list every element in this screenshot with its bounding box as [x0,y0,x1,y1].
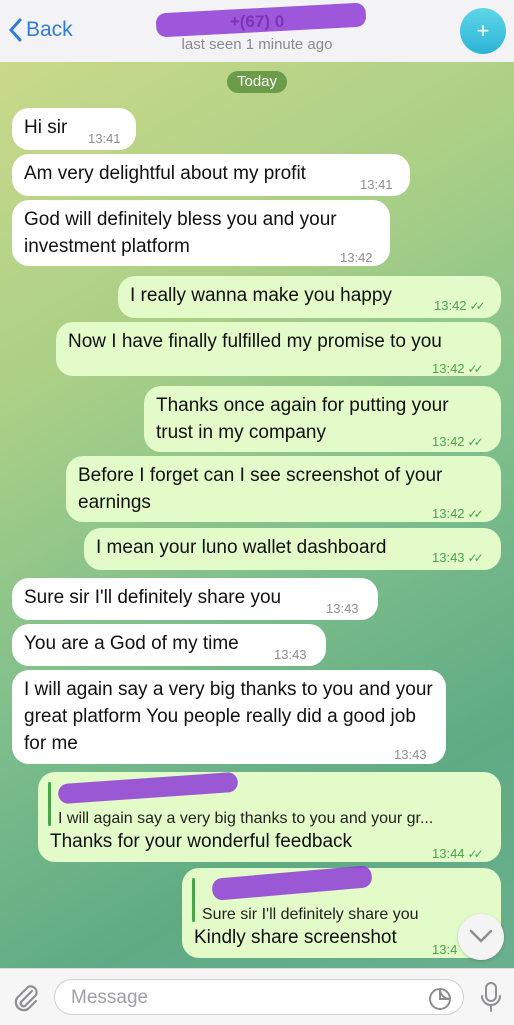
redaction-mark [57,771,239,805]
double-check-icon: ✓✓ [467,551,484,565]
redaction-mark [211,865,373,901]
scroll-down-button[interactable] [458,914,504,960]
message-time: 13:42 ✓✓ [432,355,484,383]
message-text: Am very delightful about my profit [24,163,306,184]
message-field[interactable] [54,979,464,1015]
double-check-icon: ✓✓ [467,507,484,521]
date-chip: Today [227,71,287,93]
microphone-icon [481,982,501,1012]
message-time: 13:43 [274,647,307,662]
double-check-icon: ✓✓ [467,362,484,376]
last-seen-status: last seen 1 minute ago [181,36,333,53]
message-text: You are a God of my time [24,633,239,654]
message-bubble[interactable]: Sure sir I'll definitely share you Kindl… [182,865,501,958]
message-time: 13:41 [88,131,121,146]
double-check-icon: ✓✓ [469,299,486,313]
message-input-bar [0,968,514,1025]
chat-header: Back +(67) 0 last seen 1 minute ago + [0,0,514,63]
message-time: 13:42 ✓✓ [432,500,484,528]
message-time: 13:42 [340,250,373,265]
message-time: 13:43 ✓✓ [432,544,484,572]
message-bubble[interactable]: Before I forget can I see screenshot of … [66,456,501,522]
message-bubble[interactable]: God will definitely bless you and your i… [12,200,390,266]
message-bubble[interactable]: Sure sir I'll definitely share you 13:43 [12,578,378,620]
time-label: 13:43 [432,550,465,565]
double-check-icon: ✓✓ [467,435,484,449]
message-time: 13:4 [432,942,458,957]
time-label: 13:42 [432,506,465,521]
message-text: Now I have finally fulfilled my promise … [68,331,442,352]
message-text: Sure sir I'll definitely share you [24,587,282,608]
message-text: I mean your luno wallet dashboard [96,537,387,558]
message-time: 13:44 ✓✓ [432,840,484,868]
time-label: 13:42 [434,298,467,313]
sticker-icon[interactable] [427,986,453,1012]
message-bubble[interactable]: I mean your luno wallet dashboard 13:43 ✓… [84,528,501,570]
message-time: 13:43 [394,747,427,762]
reply-quote-bar [48,782,51,826]
avatar[interactable]: + [460,8,506,54]
message-time: 13:42 ✓✓ [432,428,484,456]
microphone-button[interactable] [480,981,502,1018]
message-bubble[interactable]: Hi sir 13:41 [12,108,136,150]
message-bubble[interactable]: You are a God of my time 13:43 [12,624,326,666]
message-time: 13:43 [326,601,359,616]
message-bubble[interactable]: Now I have finally fulfilled my promise … [56,322,501,376]
double-check-icon: ✓✓ [467,847,484,861]
message-text: Thanks for your wonderful feedback [50,831,353,852]
message-bubble[interactable]: I really wanna make you happy 13:42 ✓✓ [118,276,501,318]
time-label: 13:44 [432,846,465,861]
time-label: 13:42 [432,361,465,376]
message-bubble[interactable]: I will again say a very big thanks to yo… [12,670,446,764]
message-time: 13:41 [360,177,393,192]
message-time: 13:42 ✓✓ [434,292,486,320]
time-label: 13:42 [432,434,465,449]
message-bubble[interactable]: Thanks once again for putting your trust… [144,386,501,452]
redaction-mark [155,2,367,38]
message-text: Before I forget can I see screenshot of … [78,465,443,513]
attach-button[interactable] [12,983,40,1018]
chevron-down-icon [469,929,493,943]
message-text: I will again say a very big thanks to yo… [24,679,433,754]
message-text: God will definitely bless you and your i… [24,209,337,257]
message-bubble[interactable]: Am very delightful about my profit 13:41 [12,154,410,196]
reply-quote-bar [192,878,195,922]
message-bubble[interactable]: I will again say a very big thanks to yo… [38,771,501,862]
paperclip-icon [14,985,38,1012]
message-input[interactable] [69,986,413,1010]
